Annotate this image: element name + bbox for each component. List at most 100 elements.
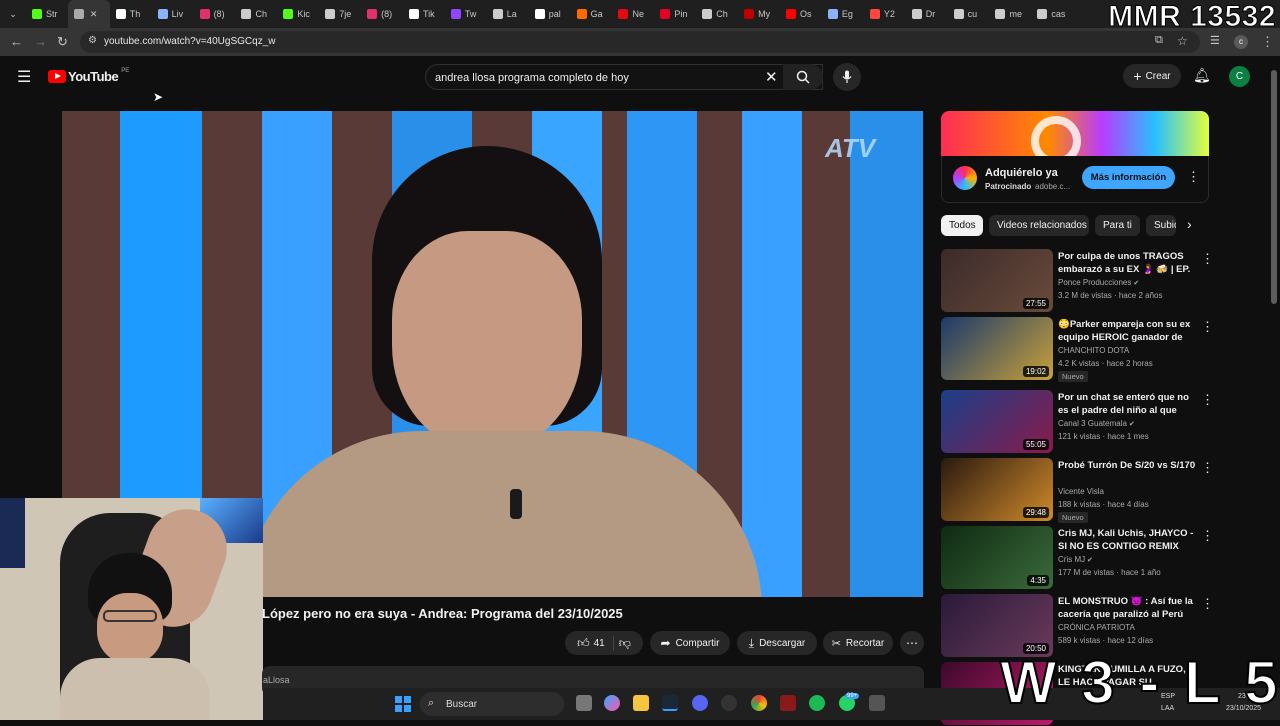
browser-tab[interactable]: Str [26, 0, 68, 28]
recommendation-menu-icon[interactable]: ⋮ [1201, 528, 1214, 544]
chip-uploaded[interactable]: Subid [1146, 215, 1176, 236]
search-button[interactable] [783, 64, 823, 90]
chip-for-you[interactable]: Para ti [1095, 215, 1140, 236]
taskbar-search[interactable]: ⌕ Buscar [420, 692, 564, 716]
recommendation-channel[interactable]: Vicente Visla [1058, 487, 1104, 496]
copilot-icon[interactable] [604, 695, 620, 711]
browser-tab[interactable]: pal [529, 0, 571, 28]
recommendation-title[interactable]: 😳Parker empareja con su ex equipo HEROIC… [1058, 318, 1198, 344]
recommendation-menu-icon[interactable]: ⋮ [1201, 319, 1214, 335]
recommendation-item[interactable]: 27:55 Por culpa de unos TRAGOS embarazó a… [941, 249, 1214, 313]
browser-tab[interactable]: Liv [152, 0, 194, 28]
recommendation-item[interactable]: 29:48 Probé Turrón De S/20 vs S/170 Vicent… [941, 458, 1214, 523]
recommendation-title[interactable]: Por un chat se enteró que no es el padre… [1058, 391, 1198, 417]
chrome-icon[interactable] [751, 695, 767, 711]
clear-search-icon[interactable]: ✕ [765, 68, 778, 86]
recommendation-channel[interactable]: Cris MJ ✔ [1058, 555, 1093, 564]
browser-tab[interactable]: Ch [696, 0, 738, 28]
recommendation-menu-icon[interactable]: ⋮ [1201, 596, 1214, 612]
video-thumbnail[interactable]: 55:05 [941, 390, 1053, 453]
recommendation-channel[interactable]: CHANCHITO DOTA [1058, 346, 1129, 355]
browser-tab[interactable]: (8) [361, 0, 403, 28]
tab-search-chevron[interactable]: ⌄ [0, 0, 26, 28]
address-bar[interactable]: ⚙ youtube.com/watch?v=40UgSGCqz_w ⧉ ☆ [80, 31, 1200, 53]
recommendation-title[interactable]: EL MONSTRUO 👿 : Así fue la cacería que p… [1058, 595, 1198, 621]
install-app-icon[interactable]: ⧉ [1155, 34, 1163, 47]
recommendation-item[interactable]: 19:02 😳Parker empareja con su ex equipo H… [941, 317, 1214, 382]
browser-tab[interactable]: Ga [571, 0, 613, 28]
browser-tab[interactable]: me [989, 0, 1031, 28]
download-button[interactable]: ⤓ Descargar [737, 631, 817, 655]
browser-tab[interactable]: Pin [654, 0, 696, 28]
site-info-icon[interactable]: ⚙ [88, 35, 97, 46]
profile-avatar[interactable]: c [1234, 35, 1248, 49]
ad-card[interactable]: Adquiérelo ya Patrocinado adobe.c... Más… [941, 156, 1209, 203]
media-controls-icon[interactable]: ☰ [1210, 34, 1220, 47]
bookmark-star-icon[interactable]: ☆ [1177, 34, 1188, 48]
youtube-logo[interactable]: YouTube PE [48, 68, 129, 84]
create-button[interactable]: + Crear [1123, 64, 1181, 88]
forward-icon[interactable]: → [34, 34, 47, 49]
recommendation-menu-icon[interactable]: ⋮ [1201, 251, 1214, 267]
windows-start-icon[interactable] [395, 696, 411, 712]
chips-next-chevron-icon[interactable]: › [1187, 216, 1192, 232]
browser-tab[interactable]: Y2 [864, 0, 906, 28]
ad-cta-button[interactable]: Más información [1082, 166, 1175, 189]
recommendation-channel[interactable]: CRÓNICA PATRIOTA [1058, 623, 1135, 632]
app-red-icon[interactable] [780, 695, 796, 711]
browser-tab[interactable]: Ch [235, 0, 277, 28]
page-scrollbar[interactable] [1271, 70, 1277, 304]
recommendation-title[interactable]: Cris MJ, Kali Uchis, JHAYCO - SI NO ES C… [1058, 527, 1198, 553]
ad-banner-image[interactable] [941, 111, 1209, 156]
video-thumbnail[interactable]: 4:35 [941, 526, 1053, 589]
task-view-icon[interactable] [576, 695, 592, 711]
recommendation-menu-icon[interactable]: ⋮ [1201, 392, 1214, 408]
back-icon[interactable]: ← [10, 34, 23, 49]
browser-tab[interactable]: cas [1031, 0, 1073, 28]
like-button[interactable]: 👍︎ 41 [577, 635, 614, 651]
browser-tab[interactable]: Kic [277, 0, 319, 28]
spotify-icon[interactable] [809, 695, 825, 711]
video-thumbnail[interactable]: 27:55 [941, 249, 1053, 312]
hamburger-menu-icon[interactable]: ☰ [17, 67, 31, 87]
recommendation-item[interactable]: 4:35 Cris MJ, Kali Uchis, JHAYCO - SI NO … [941, 526, 1214, 590]
recommendation-item[interactable]: 55:05 Por un chat se enteró que no es el … [941, 390, 1214, 454]
browser-tab[interactable]: Ne [612, 0, 654, 28]
discord-icon[interactable] [692, 695, 708, 711]
browser-tab[interactable]: 7je [319, 0, 361, 28]
recommendation-channel[interactable]: Ponce Producciones ✔ [1058, 278, 1139, 287]
share-button[interactable]: ➦ Compartir [650, 631, 730, 655]
account-avatar[interactable]: C [1229, 66, 1250, 87]
reload-icon[interactable]: ↻ [57, 34, 68, 50]
browser-tab[interactable]: (8) [194, 0, 236, 28]
file-explorer-icon[interactable] [633, 695, 649, 711]
more-actions-button[interactable]: ⋯ [900, 631, 924, 655]
search-input[interactable]: andrea llosa programa completo de hoy ✕ [425, 64, 823, 90]
notifications-bell-icon[interactable]: 🔔︎ [1193, 67, 1211, 84]
browser-menu-icon[interactable]: ⋮ [1261, 34, 1274, 50]
voice-search-button[interactable] [833, 63, 861, 91]
recommendation-channel[interactable]: Canal 3 Guatemala ✔ [1058, 419, 1135, 428]
browser-tab[interactable]: Dr [906, 0, 948, 28]
video-thumbnail[interactable]: 19:02 [941, 317, 1053, 380]
ad-menu-icon[interactable]: ⋮ [1187, 169, 1200, 185]
clip-button[interactable]: ✂ Recortar [823, 631, 893, 655]
browser-tab[interactable]: La [487, 0, 529, 28]
browser-tab[interactable]: ✕ [67, 0, 110, 28]
browser-tab[interactable]: Eg [822, 0, 864, 28]
recommendation-title[interactable]: Por culpa de unos TRAGOS embarazó a su E… [1058, 250, 1198, 276]
chip-todos[interactable]: Todos [941, 215, 983, 236]
chip-related[interactable]: Videos relacionados [989, 215, 1089, 236]
calculator-icon[interactable] [869, 695, 885, 711]
thumbs-down-icon[interactable]: 👎︎ [619, 636, 631, 651]
recommendation-title[interactable]: Probé Turrón De S/20 vs S/170 [1058, 459, 1198, 472]
recommendation-menu-icon[interactable]: ⋮ [1201, 460, 1214, 476]
video-thumbnail[interactable]: 29:48 [941, 458, 1053, 521]
close-tab-icon[interactable]: ✕ [90, 9, 98, 20]
browser-tab[interactable]: Os [780, 0, 822, 28]
browser-tab[interactable]: Tik [403, 0, 445, 28]
browser-tab[interactable]: Tw [445, 0, 487, 28]
browser-tab[interactable]: My [738, 0, 780, 28]
browser-tab[interactable]: Th [110, 0, 152, 28]
obs-icon[interactable] [721, 695, 737, 711]
